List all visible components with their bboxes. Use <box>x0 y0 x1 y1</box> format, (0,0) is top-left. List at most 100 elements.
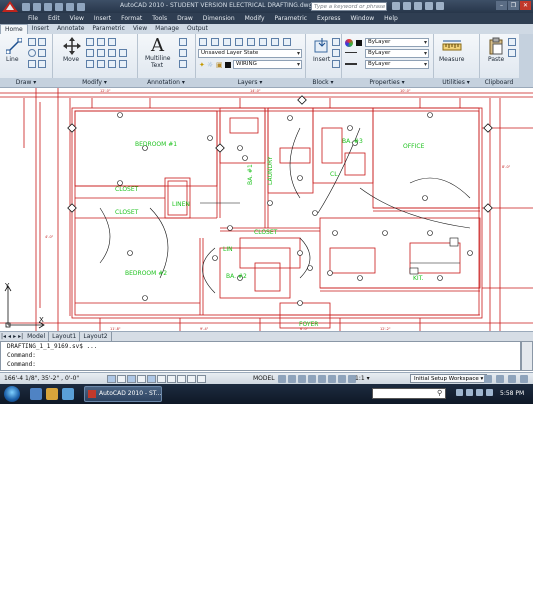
paste-button-label[interactable]: Paste <box>488 56 504 63</box>
circle-icon[interactable] <box>28 49 36 57</box>
layer-freeze-icon[interactable] <box>247 38 255 46</box>
minimize-button[interactable]: – <box>496 1 507 10</box>
first-layout-icon[interactable]: |◂ <box>0 332 7 341</box>
qp-toggle-icon[interactable] <box>197 375 206 383</box>
tab-annotate[interactable]: Annotate <box>53 24 88 34</box>
utilities-panel-label[interactable]: Utilities ▾ <box>433 78 479 87</box>
cut-icon[interactable] <box>508 38 516 46</box>
leader-icon[interactable] <box>179 49 187 57</box>
copy-icon[interactable] <box>86 49 94 57</box>
clock[interactable]: 5:58 PM <box>500 390 524 397</box>
osnap-toggle-icon[interactable] <box>147 375 156 383</box>
cursor-coordinates[interactable]: 166'-4 1/8", 35'-2" , 0'-0" <box>4 375 79 382</box>
favorites-icon[interactable] <box>425 2 433 10</box>
explorer-icon[interactable] <box>46 388 58 400</box>
menu-tools[interactable]: Tools <box>152 13 167 24</box>
status-menu-icon[interactable] <box>508 375 516 383</box>
quick-view-drawings-icon[interactable] <box>288 375 296 383</box>
lwt-toggle-icon[interactable] <box>187 375 196 383</box>
linetype-dropdown[interactable]: ByLayer <box>365 49 429 58</box>
layer-properties-icon[interactable] <box>199 38 207 46</box>
insert-block-icon[interactable] <box>313 38 331 54</box>
edit-block-icon[interactable] <box>332 49 340 57</box>
move-button-label[interactable]: Move <box>63 56 79 63</box>
menu-help[interactable]: Help <box>384 13 398 24</box>
multiline-text-label-2[interactable]: Text <box>151 62 163 69</box>
line-icon[interactable] <box>6 38 22 54</box>
command-prompt[interactable]: Command: <box>1 360 520 369</box>
plot-icon[interactable] <box>77 2 85 11</box>
lineweight-dropdown[interactable]: ByLayer <box>365 60 429 69</box>
modify-panel-label[interactable]: Modify ▾ <box>52 78 137 87</box>
undo-icon[interactable] <box>55 2 63 11</box>
create-block-icon[interactable] <box>332 38 340 46</box>
help-search-input[interactable]: Type a keyword or phrase <box>311 2 387 11</box>
communication-icon[interactable] <box>414 2 422 10</box>
ellipse-icon[interactable] <box>38 60 46 68</box>
tab-parametric[interactable]: Parametric <box>88 24 129 34</box>
edit-attributes-icon[interactable] <box>332 60 340 68</box>
menu-dimension[interactable]: Dimension <box>203 13 235 24</box>
power-icon[interactable] <box>486 389 493 396</box>
autocad-logo-icon[interactable] <box>2 1 18 12</box>
quick-view-layouts-icon[interactable] <box>278 375 286 383</box>
clipboard-panel-label[interactable]: Clipboard <box>479 78 519 87</box>
network-icon[interactable] <box>456 389 463 396</box>
dyn-toggle-icon[interactable] <box>177 375 186 383</box>
annotation-scale-icon[interactable] <box>338 375 346 383</box>
polar-toggle-icon[interactable] <box>137 375 146 383</box>
sun-icon[interactable]: ☼ <box>207 61 213 69</box>
start-button[interactable] <box>4 386 20 402</box>
drawing-canvas[interactable]: 12'-0" 14'-0" 10'-0" 11'-8" 9'-4" 6'-0" … <box>0 88 533 331</box>
last-layout-icon[interactable]: ▸| <box>17 332 24 341</box>
search-icon[interactable] <box>392 2 400 10</box>
tab-layout1[interactable]: Layout1 <box>49 332 81 341</box>
properties-panel-label[interactable]: Properties ▾ <box>341 78 433 87</box>
trim-icon[interactable] <box>97 38 105 46</box>
erase-icon[interactable] <box>108 38 116 46</box>
layer-state-dropdown[interactable]: Unsaved Layer State <box>198 49 302 58</box>
pan-icon[interactable] <box>298 375 306 383</box>
multiline-text-icon[interactable]: A <box>151 35 164 56</box>
media-icon[interactable] <box>62 388 74 400</box>
model-space-toggle[interactable]: MODEL <box>253 375 275 382</box>
taskbar-autocad-button[interactable]: AutoCAD 2010 - ST... <box>84 386 162 402</box>
redo-icon[interactable] <box>66 2 74 11</box>
rotate-icon[interactable] <box>86 38 94 46</box>
menu-express[interactable]: Express <box>317 13 340 24</box>
fillet-icon[interactable] <box>108 49 116 57</box>
layer-isolate-icon[interactable] <box>235 38 243 46</box>
polyline-icon[interactable] <box>28 38 36 46</box>
showmotion-icon[interactable] <box>328 375 336 383</box>
otrack-toggle-icon[interactable] <box>157 375 166 383</box>
layer-previous-icon[interactable] <box>223 38 231 46</box>
rectangle-icon[interactable] <box>38 38 46 46</box>
current-layer-dropdown[interactable]: WIRING <box>233 60 302 69</box>
tab-layout2[interactable]: Layout2 <box>80 332 112 341</box>
measure-button-label[interactable]: Measure <box>439 56 465 63</box>
ie-icon[interactable] <box>30 388 42 400</box>
zoom-icon[interactable] <box>308 375 316 383</box>
layer-walk-icon[interactable] <box>283 38 291 46</box>
stretch-icon[interactable] <box>86 60 94 68</box>
menu-parametric[interactable]: Parametric <box>275 13 308 24</box>
color-dropdown[interactable]: ByLayer <box>365 38 429 47</box>
menu-view[interactable]: View <box>70 13 84 24</box>
close-button[interactable]: ✕ <box>520 1 531 10</box>
ducs-toggle-icon[interactable] <box>167 375 176 383</box>
multiline-text-label-1[interactable]: Multiline <box>145 55 171 62</box>
floor-plan[interactable]: 12'-0" 14'-0" 10'-0" 11'-8" 9'-4" 6'-0" … <box>0 88 533 331</box>
arc-icon[interactable] <box>28 60 36 68</box>
lightbulb-icon[interactable]: ✦ <box>199 61 205 69</box>
clean-screen-icon[interactable] <box>520 375 528 383</box>
flag-icon[interactable] <box>476 389 483 396</box>
workspace-dropdown[interactable]: Initial Setup Workspace ▾ <box>410 374 488 383</box>
layer-match-icon[interactable] <box>211 38 219 46</box>
menu-format[interactable]: Format <box>121 13 142 24</box>
tab-model[interactable]: Model <box>24 332 50 341</box>
hatch-icon[interactable] <box>38 49 46 57</box>
line-button-label[interactable]: Line <box>6 56 19 63</box>
lock-ui-icon[interactable] <box>484 375 492 383</box>
menu-draw[interactable]: Draw <box>177 13 193 24</box>
measure-icon[interactable] <box>442 39 462 53</box>
